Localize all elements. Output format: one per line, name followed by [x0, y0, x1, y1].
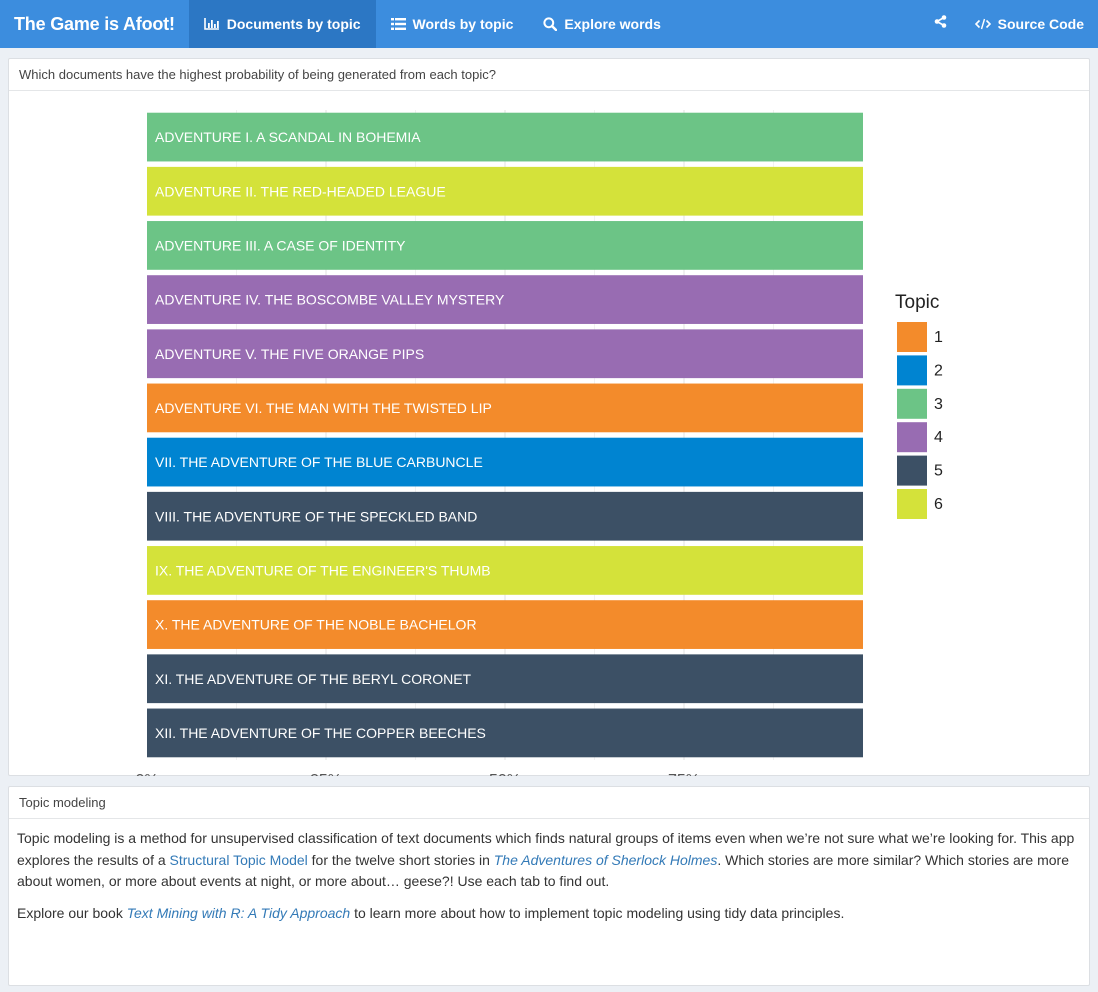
book-text-1: Explore our book — [17, 904, 127, 921]
tidy-text-book-link[interactable]: Text Mining with R: A Tidy Approach — [127, 905, 350, 921]
share-icon — [934, 15, 947, 33]
topic-modeling-panel: Topic modeling Topic modeling is a metho… — [8, 786, 1090, 986]
documents-chart-panel: Which documents have the highest probabi… — [8, 58, 1090, 776]
tab-documents-by-topic-label: Documents by topic — [226, 16, 361, 32]
book-paragraph: Explore our book Text Mining with R: A T… — [17, 903, 1081, 925]
legend-label: 4 — [934, 429, 943, 446]
legend-key — [897, 455, 927, 486]
legend-key — [897, 422, 927, 453]
navbar-right: Source Code — [914, 0, 1098, 48]
bar-label: ADVENTURE V. THE FIVE ORANGE PIPS — [155, 346, 424, 362]
tab-documents-by-topic[interactable]: Documents by topic — [188, 0, 376, 48]
bar-label: ADVENTURE I. A SCANDAL IN BOHEMIA — [155, 129, 421, 145]
x-tick-label: 0% — [135, 772, 158, 776]
legend-key — [897, 322, 927, 352]
legend-label: 5 — [934, 463, 943, 480]
bar-label: XI. THE ADVENTURE OF THE BERYL CORONET — [155, 671, 472, 687]
bar-label: IX. THE ADVENTURE OF THE ENGINEER'S THUM… — [155, 562, 491, 578]
x-tick-label: 75% — [668, 772, 700, 776]
legend-title: Topic — [895, 292, 939, 313]
sherlock-holmes-link[interactable]: The Adventures of Sherlock Holmes — [494, 852, 718, 868]
topic-modeling-header: Topic modeling — [9, 787, 1089, 819]
legend-key — [897, 489, 927, 519]
intro-paragraph: Topic modeling is a method for unsupervi… — [17, 828, 1081, 893]
app-title[interactable]: The Game is Afoot! — [0, 0, 189, 48]
top-navbar: The Game is Afoot! Documents by topic Wo… — [0, 0, 1098, 48]
tab-explore-words[interactable]: Explore words — [528, 0, 675, 48]
bar-label: ADVENTURE VI. THE MAN WITH THE TWISTED L… — [155, 400, 492, 416]
legend-key — [897, 388, 927, 419]
legend-label: 1 — [934, 329, 943, 346]
bar-label: XII. THE ADVENTURE OF THE COPPER BEECHES — [155, 725, 486, 741]
tab-words-by-topic-label: Words by topic — [412, 16, 514, 32]
documents-by-topic-chart: ADVENTURE I. A SCANDAL IN BOHEMIA ADVENTU… — [135, 110, 943, 776]
legend-key — [897, 355, 927, 386]
tab-words-by-topic[interactable]: Words by topic — [376, 0, 529, 48]
legend-label: 2 — [934, 362, 943, 379]
search-icon — [543, 17, 558, 31]
share-button[interactable] — [914, 0, 967, 48]
bar-label: VIII. THE ADVENTURE OF THE SPECKLED BAND — [155, 508, 477, 524]
bar-label: ADVENTURE II. THE RED-HEADED LEAGUE — [155, 183, 446, 199]
code-icon — [974, 18, 991, 30]
topic-modeling-body: Topic modeling is a method for unsupervi… — [9, 819, 1089, 924]
bar-chart-icon — [203, 18, 220, 30]
intro-text-2: for the twelve short stories in — [307, 851, 494, 868]
x-tick-label: 25% — [310, 772, 342, 776]
legend-label: 6 — [934, 496, 943, 513]
bar-label: VII. THE ADVENTURE OF THE BLUE CARBUNCLE — [155, 454, 483, 470]
bar-label: ADVENTURE IV. THE BOSCOMBE VALLEY MYSTER… — [155, 292, 505, 308]
legend-label: 3 — [934, 396, 943, 413]
book-text-2: to learn more about how to implement top… — [350, 904, 845, 921]
x-tick-label: 50% — [489, 772, 521, 776]
bar-label: X. THE ADVENTURE OF THE NOBLE BACHELOR — [155, 617, 477, 633]
tab-explore-words-label: Explore words — [564, 16, 661, 32]
chart-panel-header: Which documents have the highest probabi… — [9, 59, 1089, 91]
source-code-label: Source Code — [997, 16, 1084, 32]
bar-label: ADVENTURE III. A CASE OF IDENTITY — [155, 237, 406, 253]
source-code-link[interactable]: Source Code — [967, 0, 1098, 48]
structural-topic-model-link[interactable]: Structural Topic Model — [170, 852, 308, 868]
list-icon — [390, 18, 406, 30]
